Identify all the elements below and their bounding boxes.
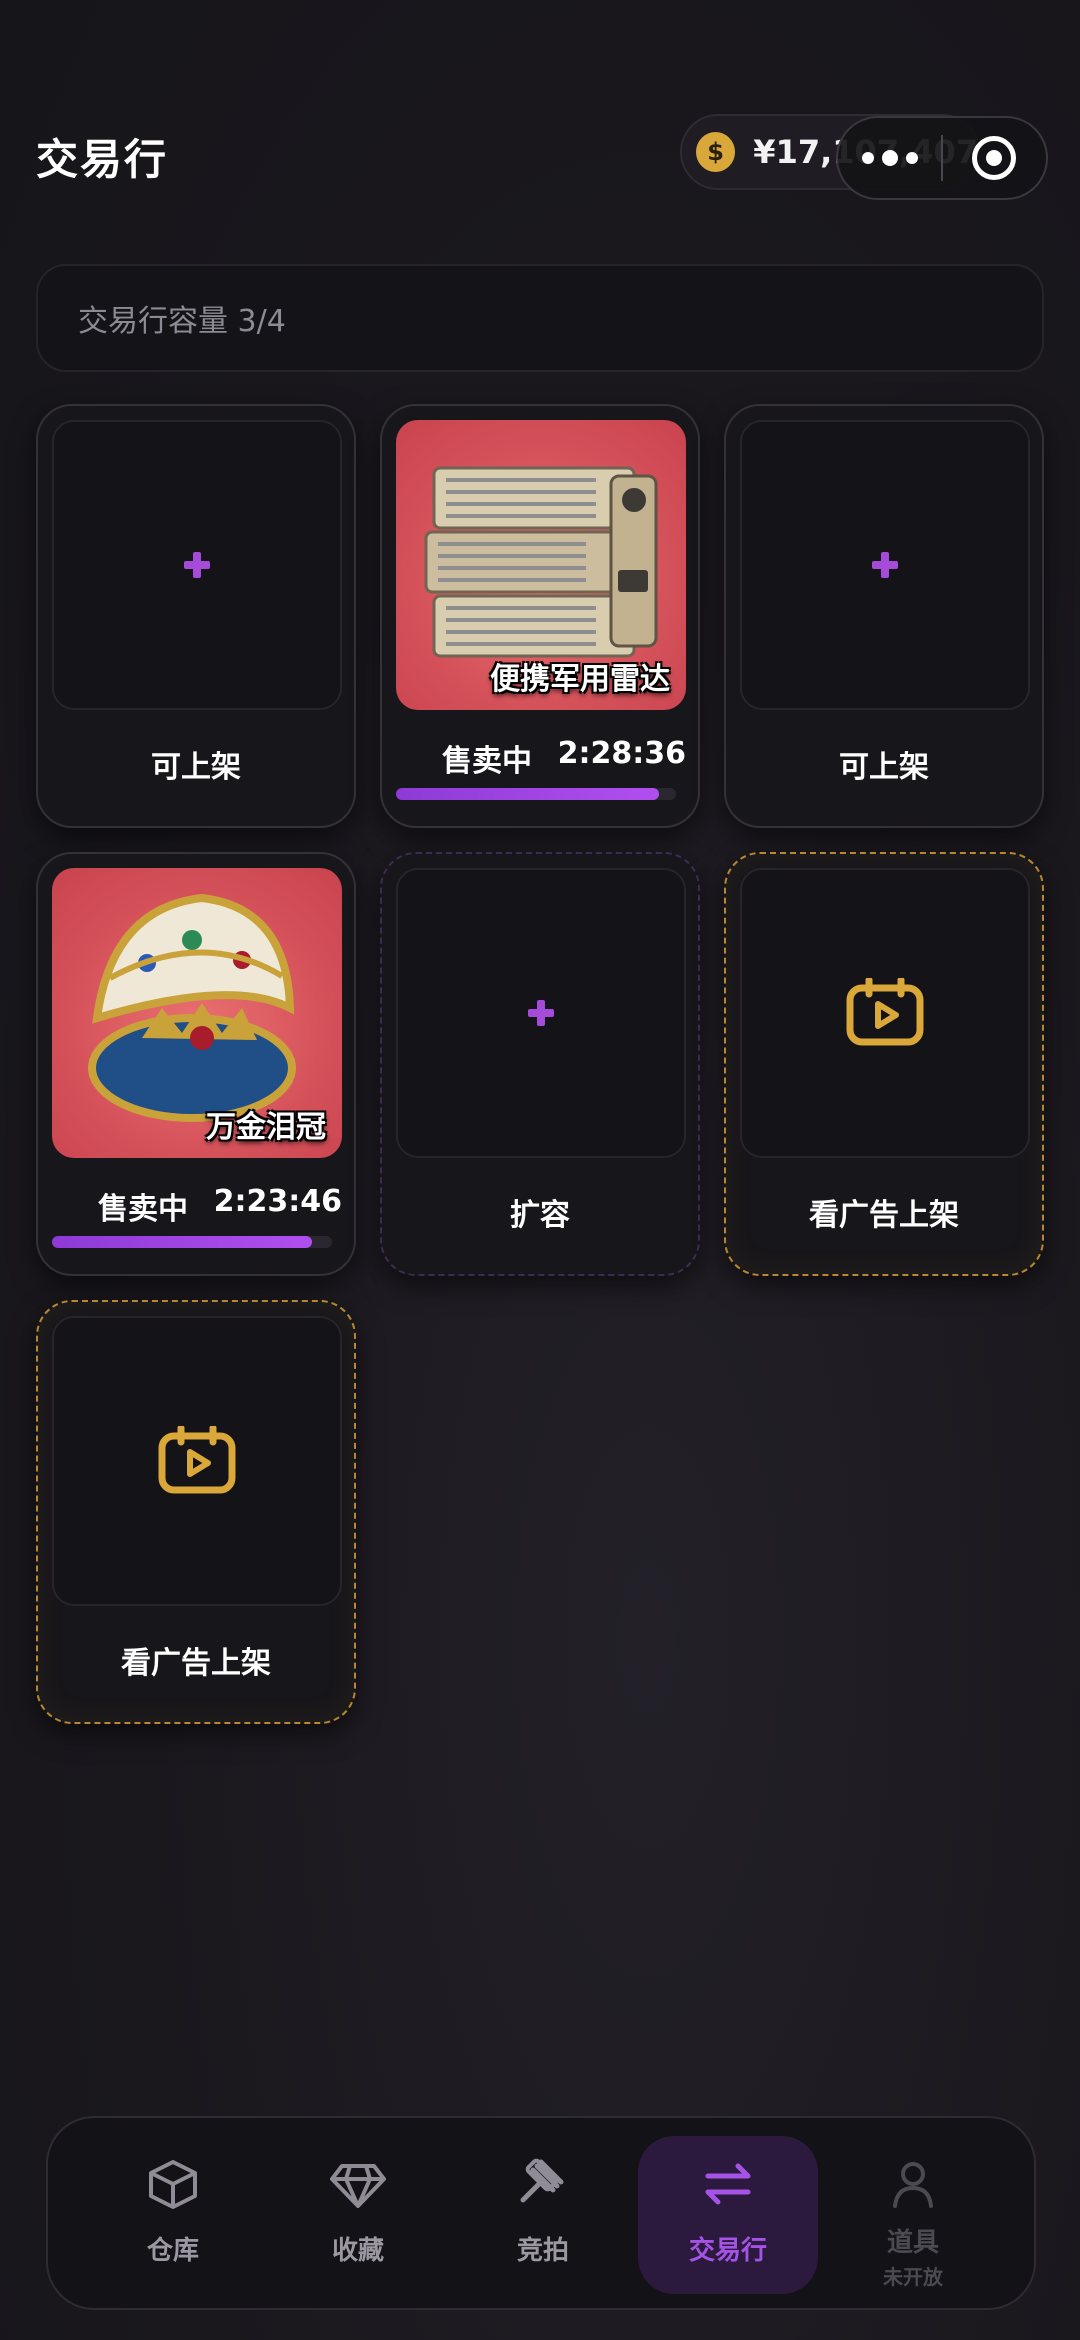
tab-auction[interactable]: 竞拍	[453, 2136, 633, 2294]
tab-label: 仓库	[146, 2236, 199, 2266]
tab-props: 道具 未开放	[823, 2136, 1003, 2294]
sale-status: 售卖中	[98, 1192, 188, 1227]
plus-icon	[872, 552, 898, 578]
item-name: 便携军用雷达	[490, 662, 670, 697]
sale-row: 售卖中 2:23:46	[52, 1184, 342, 1227]
tab-sublabel: 未开放	[883, 2265, 943, 2289]
diamond-icon	[330, 2164, 386, 2208]
slot-card-listed[interactable]: 便携军用雷达 售卖中 2:28:36	[380, 404, 700, 828]
page-title: 交易行	[36, 135, 169, 184]
slot-card-empty[interactable]: 可上架	[724, 404, 1044, 828]
sale-progress-fill	[396, 788, 660, 800]
slot-empty-area[interactable]	[52, 420, 342, 710]
plus-icon	[528, 1000, 554, 1026]
miniprogram-capsule	[836, 116, 1048, 200]
sale-timer: 2:23:46	[213, 1184, 342, 1219]
header: 交易行 $ ¥17,107,407	[0, 0, 1080, 260]
sale-progress-fill	[52, 1236, 313, 1248]
slot-expand-area[interactable]	[396, 868, 686, 1158]
slot-ad-area[interactable]	[740, 868, 1030, 1158]
watch-ad-card[interactable]: 看广告上架	[36, 1300, 356, 1724]
tab-warehouse[interactable]: 仓库	[83, 2136, 263, 2294]
slot-label: 可上架	[151, 750, 241, 785]
tab-label: 竞拍	[516, 2236, 569, 2266]
slot-label: 可上架	[839, 750, 929, 785]
user-icon	[893, 2162, 933, 2208]
more-options-icon[interactable]	[838, 118, 941, 198]
sale-status: 售卖中	[442, 744, 532, 779]
watch-ad-card[interactable]: 看广告上架	[724, 852, 1044, 1276]
tab-label: 交易行	[688, 2236, 767, 2266]
item-image-crown-egg: 万金泪冠	[52, 868, 342, 1158]
ad-label: 看广告上架	[809, 1198, 959, 1233]
item-name: 万金泪冠	[206, 1110, 326, 1145]
expand-label: 扩容	[510, 1198, 570, 1233]
video-ad-icon	[158, 1426, 236, 1494]
box-icon	[149, 2160, 197, 2209]
tab-label: 收藏	[331, 2236, 384, 2266]
sale-timer: 2:28:36	[557, 736, 686, 771]
tab-collection[interactable]: 收藏	[268, 2136, 448, 2294]
bottom-tab-bar: 仓库 收藏 竞拍 交易行 道具 未开放	[46, 2116, 1036, 2310]
coin-icon: $	[696, 132, 736, 172]
sale-row: 售卖中 2:28:36	[396, 736, 686, 779]
slot-card-listed[interactable]: 万金泪冠 售卖中 2:23:46	[36, 852, 356, 1276]
slot-empty-area[interactable]	[740, 420, 1030, 710]
ad-label: 看广告上架	[121, 1646, 271, 1681]
sale-progress-bar	[396, 788, 676, 800]
expand-capacity-card[interactable]: 扩容	[380, 852, 700, 1276]
sale-progress-bar	[52, 1236, 332, 1248]
capacity-bar: 交易行容量 3/4	[36, 264, 1044, 372]
gavel-icon	[520, 2158, 564, 2203]
slot-card-empty[interactable]: 可上架	[36, 404, 356, 828]
item-image-radar: 便携军用雷达	[396, 420, 686, 710]
plus-icon	[184, 552, 210, 578]
tab-trading[interactable]: 交易行	[638, 2136, 818, 2294]
close-target-icon[interactable]	[943, 118, 1046, 198]
swap-icon	[705, 2163, 751, 2205]
video-ad-icon	[846, 978, 924, 1046]
slot-ad-area[interactable]	[52, 1316, 342, 1606]
capacity-label: 交易行容量 3/4	[78, 304, 286, 339]
tab-label: 道具	[886, 2228, 939, 2258]
